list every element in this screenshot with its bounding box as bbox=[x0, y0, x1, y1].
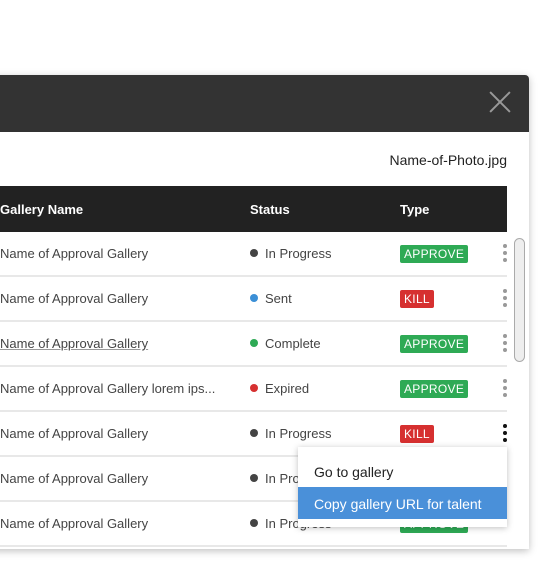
status: Sent bbox=[250, 291, 292, 306]
gallery-name-link[interactable]: Name of Approval Gallery lorem ips... bbox=[0, 381, 215, 396]
gallery-name-link[interactable]: Name of Approval Gallery bbox=[0, 246, 148, 261]
more-options-icon[interactable] bbox=[502, 379, 508, 399]
gallery-name-link[interactable]: Name of Approval Gallery bbox=[0, 471, 148, 486]
context-menu: Go to gallery Copy gallery URL for talen… bbox=[298, 447, 507, 527]
more-options-icon[interactable] bbox=[502, 289, 508, 309]
menu-item-go-to-gallery[interactable]: Go to gallery bbox=[298, 455, 507, 487]
menu-item-copy-url[interactable]: Copy gallery URL for talent bbox=[298, 487, 507, 519]
table-row[interactable]: Name of Approval Gallery Sent KILL bbox=[0, 277, 507, 322]
more-options-icon[interactable] bbox=[502, 244, 508, 264]
type-badge: APPROVE bbox=[400, 380, 469, 398]
gallery-name-link[interactable]: Name of Approval Gallery bbox=[0, 516, 148, 531]
modal-header bbox=[0, 75, 529, 132]
status-dot-icon bbox=[250, 249, 258, 257]
status-dot-icon bbox=[250, 474, 258, 482]
status-label: Expired bbox=[265, 381, 310, 396]
type-badge: KILL bbox=[400, 290, 434, 308]
status-label: In Progress bbox=[265, 246, 332, 261]
gallery-name-link[interactable]: Name of Approval Gallery bbox=[0, 291, 148, 306]
gallery-name-link[interactable]: Name of Approval Gallery bbox=[0, 336, 148, 351]
header-type: Type bbox=[400, 202, 430, 217]
table-row[interactable]: Name of Approval Gallery lorem ips... Ex… bbox=[0, 367, 507, 412]
status-dot-icon bbox=[250, 519, 258, 527]
type-badge: KILL bbox=[400, 425, 434, 443]
status-dot-icon bbox=[250, 429, 258, 437]
table-row[interactable]: Name of Approval Gallery Complete APPROV… bbox=[0, 322, 507, 367]
status: In Progress bbox=[250, 426, 331, 441]
header-status: Status bbox=[250, 202, 290, 217]
status: In Progress bbox=[250, 246, 331, 261]
close-icon[interactable] bbox=[489, 91, 511, 113]
file-name: Name-of-Photo.jpg bbox=[389, 152, 507, 168]
more-options-icon[interactable] bbox=[502, 424, 508, 444]
status-dot-icon bbox=[250, 339, 258, 347]
type-badge: APPROVE bbox=[400, 245, 469, 263]
gallery-name-link[interactable]: Name of Approval Gallery bbox=[0, 426, 148, 441]
status: Complete bbox=[250, 336, 321, 351]
status: Expired bbox=[250, 381, 309, 396]
status-label: In Progress bbox=[265, 426, 332, 441]
type-badge: APPROVE bbox=[400, 335, 469, 353]
status-dot-icon bbox=[250, 294, 258, 302]
status-label: Complete bbox=[265, 336, 321, 351]
table-row[interactable]: Name of Approval Gallery In Progress APP… bbox=[0, 232, 507, 277]
status-dot-icon bbox=[250, 384, 258, 392]
status-label: Sent bbox=[265, 291, 292, 306]
scrollbar[interactable] bbox=[514, 238, 525, 362]
table-header: Gallery Name Status Type bbox=[0, 186, 507, 232]
header-gallery-name: Gallery Name bbox=[0, 202, 84, 217]
more-options-icon[interactable] bbox=[502, 334, 508, 354]
